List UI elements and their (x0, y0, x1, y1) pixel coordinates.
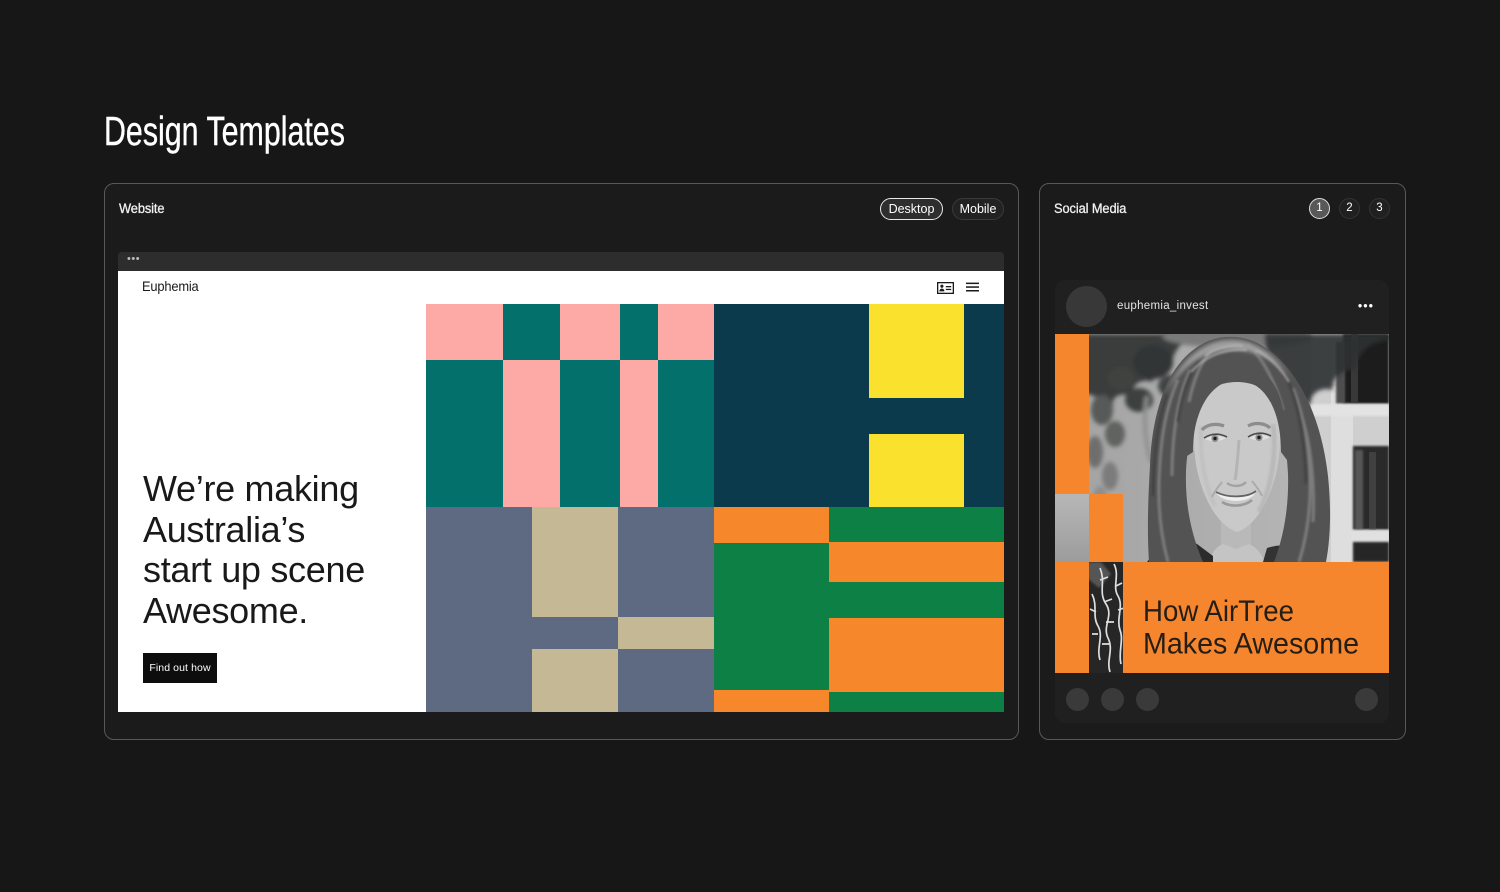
svg-text:Makes Awesome: Makes Awesome (1143, 628, 1359, 661)
svg-text:How AirTree: How AirTree (1143, 595, 1294, 628)
